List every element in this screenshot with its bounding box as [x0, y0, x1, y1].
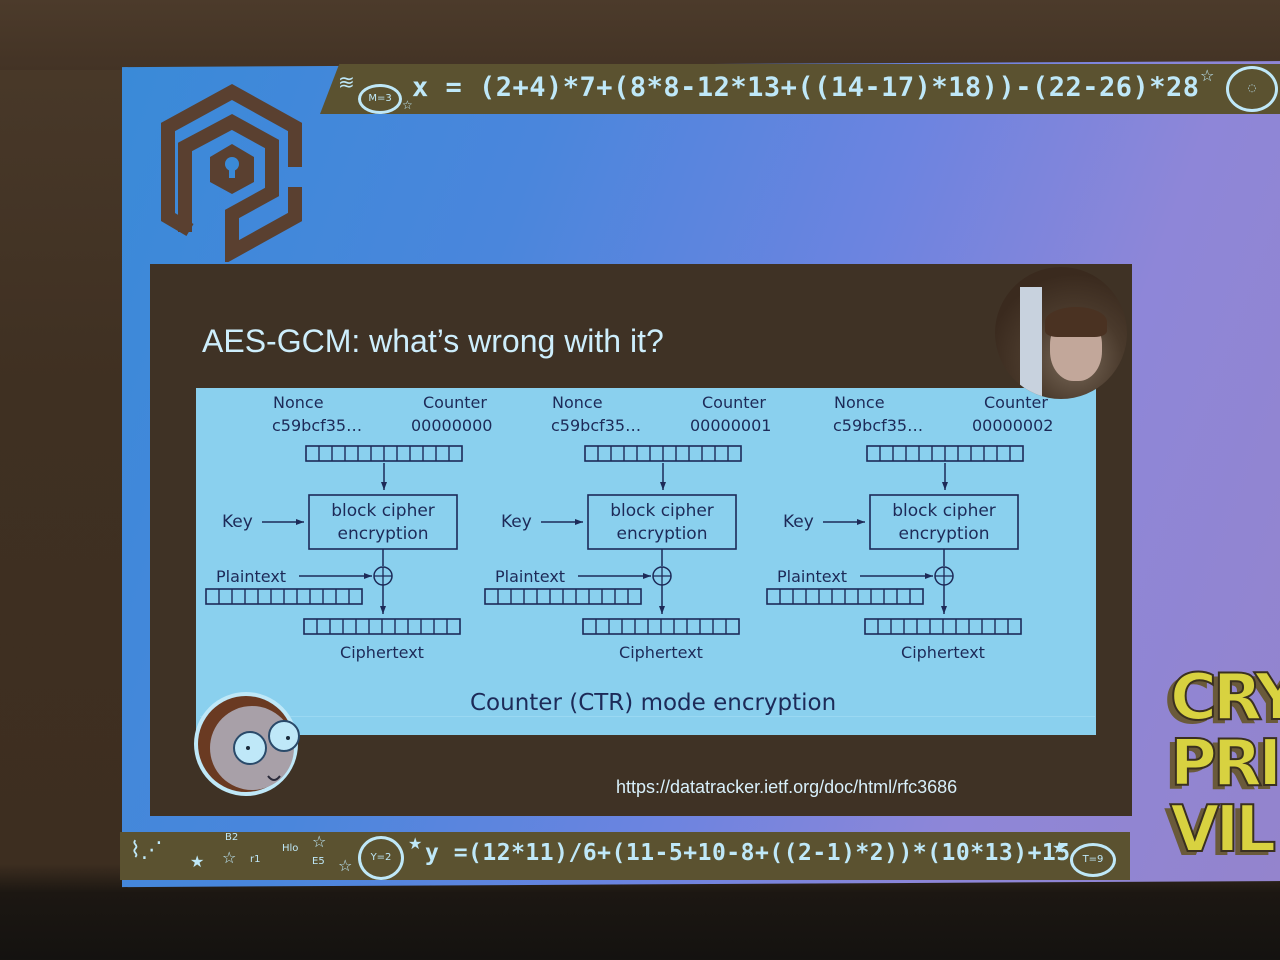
plaintext-label: Plaintext	[216, 567, 286, 586]
block-cipher-label: encryption	[617, 524, 708, 544]
nonce-label: Nonce	[273, 393, 324, 412]
planet-icon: ◌	[1226, 66, 1278, 112]
arrow-to-cipher-head	[942, 482, 948, 490]
diagram-divider	[200, 716, 1095, 717]
logo-line-3: VIL	[1169, 793, 1277, 867]
counter-label: Counter	[702, 393, 766, 412]
star-icon: ☆	[1200, 66, 1215, 85]
diagram-caption: Counter (CTR) mode encryption	[470, 690, 837, 716]
planet-bubble: T=9	[1070, 843, 1116, 877]
hexagon-lock-logo	[161, 84, 302, 262]
star-icon: ☆	[338, 856, 353, 875]
counter-value: 00000000	[411, 416, 492, 435]
top-bubble: M=3	[358, 84, 402, 114]
reference-link[interactable]: https://datatracker.ietf.org/doc/html/rf…	[616, 777, 957, 798]
plaintext-label: Plaintext	[495, 567, 565, 586]
doorframe	[1020, 287, 1042, 397]
logo-line-2: PRI	[1169, 727, 1280, 801]
key-label: Key	[783, 512, 814, 532]
star-icon: ☆	[312, 832, 327, 851]
star-icon: ☆	[222, 848, 237, 867]
bottom-bubble: Y=2	[358, 836, 404, 880]
arrow-to-cipher-head	[381, 482, 387, 490]
constellation-icon: ⌇⋰	[130, 838, 163, 863]
ctr-diagram-svg: Nonce Counter c59bcf35… 00000000 block ciphe…	[205, 393, 1053, 662]
block-cipher-label: block cipher	[331, 501, 435, 521]
block-cipher-label: encryption	[338, 524, 429, 544]
star-icon: ★	[190, 852, 205, 871]
nonce-label: Nonce	[552, 393, 603, 412]
logo-line-1: CRY	[1169, 661, 1280, 735]
slide-title: AES-GCM: what’s wrong with it?	[202, 323, 664, 359]
star-icon: ★	[1052, 838, 1067, 857]
counter-value: 00000002	[972, 416, 1053, 435]
sparkle-icon: ≋	[338, 70, 355, 94]
nonce-value: c59bcf35…	[833, 416, 923, 435]
plaintext-label: Plaintext	[777, 567, 847, 586]
block-cipher-label: encryption	[899, 524, 990, 544]
plaintext-arrow-head	[364, 573, 372, 579]
arrow-to-ciphertext-head	[380, 606, 386, 614]
key-label: Key	[222, 512, 253, 532]
key-arrow-head	[857, 519, 865, 525]
nonce-label: Nonce	[834, 393, 885, 412]
doodle-e5: E5	[312, 856, 325, 867]
plaintext-arrow-head	[925, 573, 933, 579]
counter-value: 00000001	[690, 416, 771, 435]
block-cipher-label: block cipher	[892, 501, 996, 521]
nonce-value: c59bcf35…	[272, 416, 362, 435]
arrow-to-ciphertext-head	[659, 606, 665, 614]
doodle-r1: r1	[250, 854, 261, 865]
arrow-to-cipher-head	[660, 482, 666, 490]
key-label: Key	[501, 512, 532, 532]
block-cipher-label: block cipher	[610, 501, 714, 521]
ciphertext-label: Ciphertext	[901, 643, 985, 662]
nonce-value: c59bcf35…	[551, 416, 641, 435]
ciphertext-label: Ciphertext	[340, 643, 424, 662]
doodle-b2: B2	[225, 832, 239, 843]
bottom-equation: y =(12*11)/6+(11-5+10-8+((2-1)*2))*(10*1…	[425, 840, 1071, 866]
ciphertext-label: Ciphertext	[619, 643, 703, 662]
plaintext-arrow-head	[643, 573, 651, 579]
crypto-village-logo: CRY PRI VIL	[1169, 661, 1280, 875]
speaker-webcam	[995, 267, 1127, 399]
arrow-to-ciphertext-head	[941, 606, 947, 614]
star-icon: ★	[408, 834, 423, 853]
doodle-hlo: Hlo	[282, 843, 299, 854]
top-equation: x = (2+4)*7+(8*8-12*13+((14-17)*18))-(22…	[412, 72, 1200, 103]
cartoon-character-sticker	[194, 692, 300, 796]
speaker-hair	[1045, 307, 1107, 337]
key-arrow-head	[575, 519, 583, 525]
room-wall	[0, 0, 1280, 70]
counter-label: Counter	[423, 393, 487, 412]
key-arrow-head	[296, 519, 304, 525]
